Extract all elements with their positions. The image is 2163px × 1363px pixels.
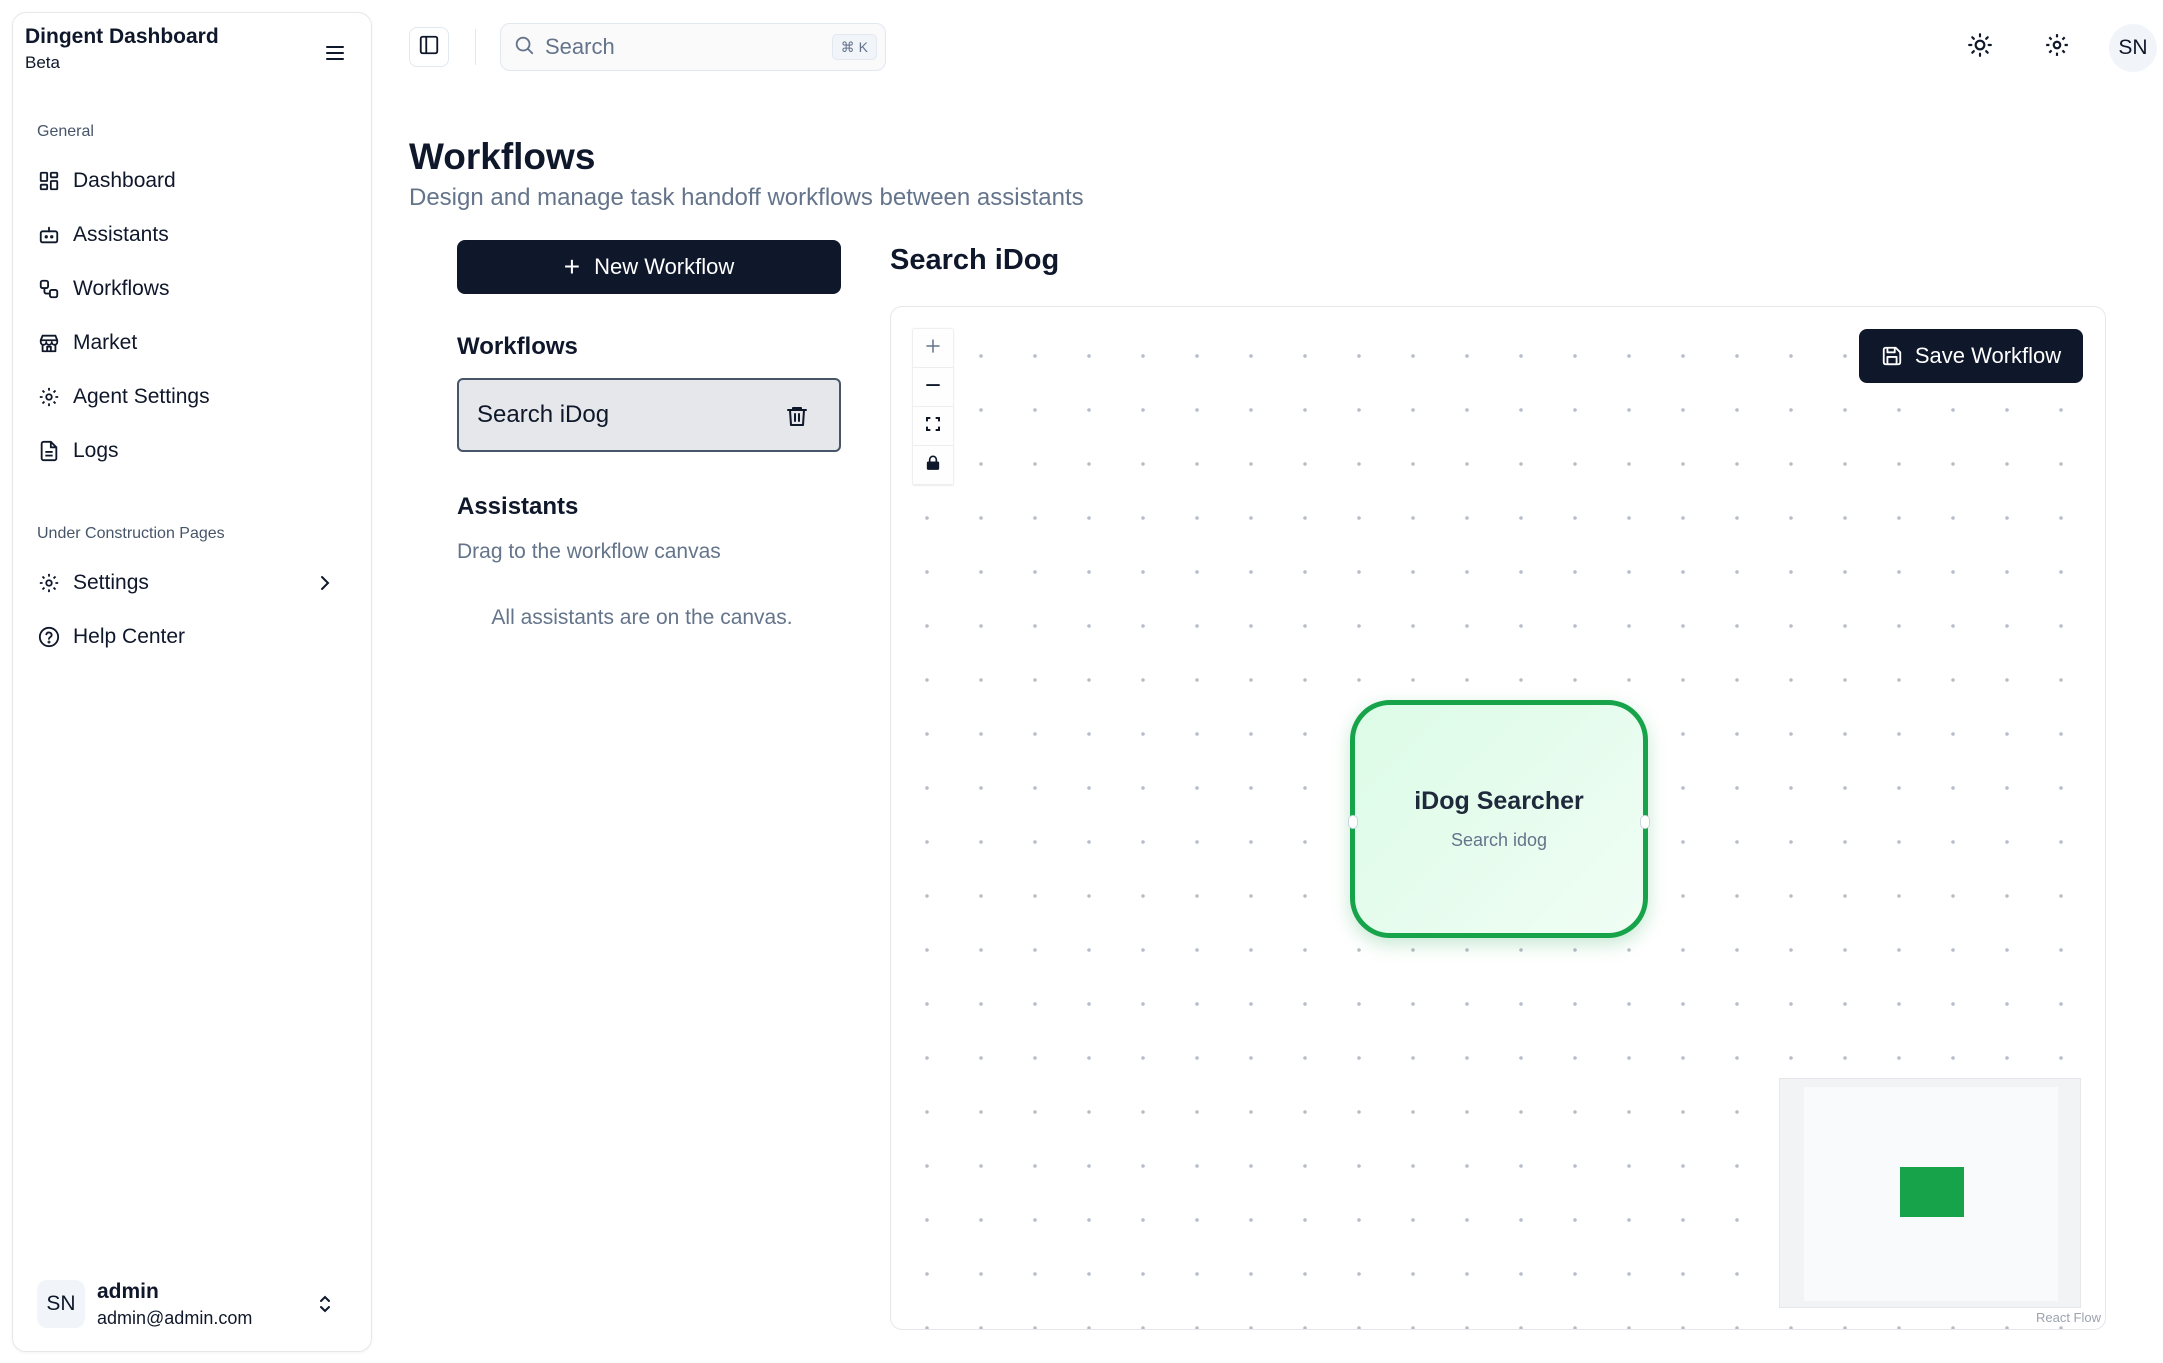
help-circle-icon [37, 625, 61, 649]
zoom-out-button[interactable] [913, 368, 953, 407]
group-label-general: General [37, 123, 94, 140]
react-flow-attribution[interactable]: React Flow [2036, 1310, 2101, 1325]
page-subtitle: Design and manage task handoff workflows… [409, 184, 1084, 211]
sidebar-toggle-button[interactable] [409, 27, 449, 67]
avatar: SN [37, 1280, 85, 1328]
dashboard-icon [37, 169, 61, 193]
assistants-empty-message: All assistants are on the canvas. [491, 606, 793, 629]
lock-icon [925, 455, 941, 476]
gear-icon [37, 385, 61, 409]
sidebar-item-assistants[interactable]: Assistants [25, 212, 361, 258]
sidebar-item-agent-settings[interactable]: Agent Settings [25, 374, 361, 420]
node-subtitle: Search idog [1450, 830, 1548, 850]
workflow-icon [37, 277, 61, 301]
assistants-heading: Assistants [457, 493, 579, 520]
sidebar-item-label: Agent Settings [73, 385, 210, 408]
sidebar-item-logs[interactable]: Logs [25, 428, 361, 474]
group-label-under-construction: Under Construction Pages [37, 525, 225, 542]
assistants-hint: Drag to the workflow canvas [457, 540, 721, 563]
minimap-node [1900, 1167, 1964, 1217]
search-bar[interactable]: ⌘ K [500, 23, 886, 71]
search-icon [513, 34, 535, 61]
lock-button[interactable] [913, 446, 953, 485]
node-output-handle[interactable] [1640, 815, 1650, 829]
user-menu[interactable]: SN admin admin@admin.com [25, 1269, 361, 1339]
brand-subtitle: Beta [25, 53, 60, 72]
sidebar-item-label: Assistants [73, 223, 169, 246]
minus-icon [924, 376, 942, 399]
sidebar-item-dashboard[interactable]: Dashboard [25, 158, 361, 204]
minimap[interactable] [1779, 1078, 2081, 1308]
search-shortcut-badge: ⌘ K [831, 34, 877, 60]
fit-view-button[interactable] [913, 407, 953, 446]
node-input-handle[interactable] [1348, 815, 1358, 829]
file-text-icon [37, 439, 61, 463]
profile-avatar[interactable]: SN [2109, 24, 2157, 72]
user-name: admin [97, 1279, 159, 1303]
brand[interactable]: Dingent Dashboard Beta [25, 25, 219, 73]
sidebar-item-label: Logs [73, 439, 119, 462]
store-icon [37, 331, 61, 355]
canvas-title: Search iDog [890, 244, 1060, 276]
save-workflow-button[interactable]: Save Workflow [1859, 329, 2083, 383]
brand-title: Dingent Dashboard [25, 25, 219, 48]
sidebar-item-label: Market [73, 331, 138, 354]
sidebar-item-market[interactable]: Market [25, 320, 361, 366]
gear-icon [2044, 32, 2070, 63]
sun-icon [1967, 32, 1993, 63]
chevrons-up-down-icon [313, 1292, 337, 1321]
chevron-right-icon [313, 571, 337, 595]
bot-icon [37, 223, 61, 247]
sidebar-item-workflows[interactable]: Workflows [25, 266, 361, 312]
sidebar-item-label: Dashboard [73, 169, 176, 192]
workflows-heading: Workflows [457, 333, 578, 360]
canvas-controls [913, 329, 953, 485]
new-workflow-label: New Workflow [594, 254, 735, 279]
user-email: admin@admin.com [97, 1307, 253, 1328]
plus-icon [924, 337, 942, 360]
fullscreen-icon [925, 416, 941, 437]
save-icon [1881, 345, 1903, 367]
workflow-name: Search iDog [477, 401, 610, 428]
workflow-canvas[interactable]: Save Workflow iDog Searcher Search idog … [890, 306, 2106, 1330]
sidebar: Dingent Dashboard Beta General Dashboard… [12, 12, 372, 1352]
theme-toggle-button[interactable] [1960, 27, 2000, 67]
menu-icon[interactable] [323, 41, 347, 65]
sidebar-item-label: Workflows [73, 277, 170, 300]
save-workflow-label: Save Workflow [1914, 343, 2062, 368]
sidebar-item-label: Help Center [73, 625, 186, 648]
gear-icon [37, 571, 61, 595]
new-workflow-button[interactable]: + New Workflow [457, 240, 841, 294]
plus-icon: + [563, 251, 581, 282]
panel-left-icon [418, 34, 440, 61]
sidebar-item-label: Settings [73, 571, 149, 594]
divider [475, 29, 476, 65]
workflow-list-item[interactable]: Search iDog [457, 378, 841, 452]
settings-button[interactable] [2037, 27, 2077, 67]
zoom-in-button[interactable] [913, 329, 953, 368]
search-input[interactable] [545, 34, 825, 60]
sidebar-item-help-center[interactable]: Help Center [25, 614, 361, 660]
node-title: iDog Searcher [1414, 787, 1584, 815]
trash-icon[interactable] [785, 404, 809, 435]
sidebar-item-settings[interactable]: Settings [25, 560, 361, 606]
assistant-node[interactable]: iDog Searcher Search idog [1348, 700, 1650, 938]
page-title: Workflows [409, 136, 596, 177]
